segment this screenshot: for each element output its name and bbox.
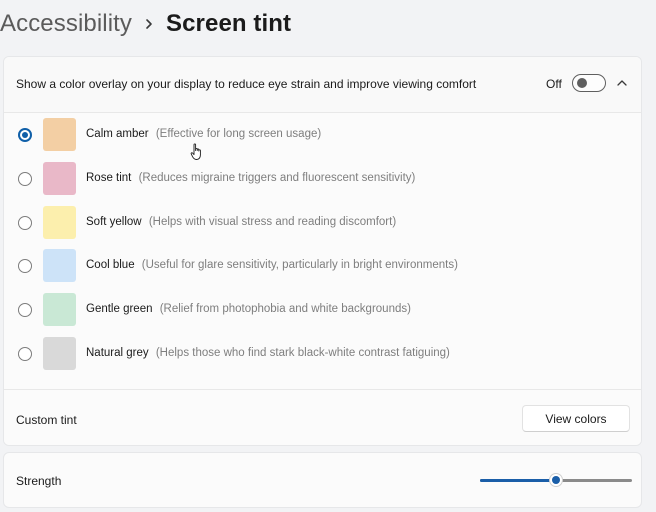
radio-button[interactable] [18, 128, 32, 142]
tint-name: Calm amber [86, 128, 149, 140]
breadcrumb: Accessibility Screen tint [0, 6, 291, 42]
tint-option-rose-tint[interactable]: Rose tint (Reduces migraine triggers and… [4, 157, 641, 200]
radio-button[interactable] [18, 303, 32, 317]
radio-button[interactable] [18, 216, 32, 230]
tint-option-calm-amber[interactable]: Calm amber (Effective for long screen us… [4, 113, 641, 156]
toggle-knob [577, 78, 587, 88]
radio-button[interactable] [18, 172, 32, 186]
view-colors-button[interactable]: View colors [522, 405, 630, 432]
tint-description: (Helps with visual stress and reading di… [148, 216, 397, 228]
tint-description: (Effective for long screen usage) [155, 128, 322, 140]
radio-button[interactable] [18, 259, 32, 273]
collapse-button[interactable] [614, 75, 630, 91]
strength-card: Strength [3, 452, 642, 508]
tint-description: (Relief from photophobia and white backg… [159, 303, 411, 315]
overlay-setting-header[interactable]: Show a color overlay on your display to … [4, 57, 641, 113]
custom-tint-row: Custom tint View colors [4, 389, 641, 445]
color-swatch [43, 293, 76, 326]
color-swatch [43, 118, 76, 151]
chevron-right-icon [132, 6, 166, 42]
color-swatch [43, 337, 76, 370]
screen-tint-card: Show a color overlay on your display to … [3, 56, 642, 446]
tint-name: Rose tint [86, 172, 132, 184]
tint-description: (Helps those who find stark black-white … [155, 347, 450, 359]
tint-option-soft-yellow[interactable]: Soft yellow (Helps with visual stress an… [4, 201, 641, 244]
tint-options-list: Calm amber (Effective for long screen us… [4, 113, 641, 389]
tint-description: (Reduces migraine triggers and fluoresce… [138, 172, 416, 184]
color-swatch [43, 162, 76, 195]
tint-name: Cool blue [86, 259, 135, 271]
strength-slider[interactable] [480, 473, 632, 487]
strength-label: Strength [16, 474, 62, 488]
tint-option-natural-grey[interactable]: Natural grey (Helps those who find stark… [4, 332, 641, 375]
overlay-toggle-switch[interactable] [572, 74, 606, 92]
tint-name: Gentle green [86, 303, 153, 315]
color-swatch [43, 249, 76, 282]
toggle-state-label: Off [546, 77, 562, 91]
radio-button[interactable] [18, 347, 32, 361]
tint-name: Soft yellow [86, 216, 142, 228]
tint-description: (Useful for glare sensitivity, particula… [141, 259, 458, 271]
tint-name: Natural grey [86, 347, 149, 359]
slider-thumb[interactable] [550, 474, 562, 486]
custom-tint-label: Custom tint [16, 413, 77, 427]
page-title: Screen tint [166, 10, 292, 37]
tint-option-cool-blue[interactable]: Cool blue (Useful for glare sensitivity,… [4, 244, 641, 287]
overlay-description: Show a color overlay on your display to … [16, 77, 477, 91]
breadcrumb-parent-link[interactable]: Accessibility [0, 10, 132, 38]
chevron-up-icon [617, 80, 627, 86]
color-swatch [43, 206, 76, 239]
slider-fill [480, 479, 556, 482]
tint-option-gentle-green[interactable]: Gentle green (Relief from photophobia an… [4, 288, 641, 331]
